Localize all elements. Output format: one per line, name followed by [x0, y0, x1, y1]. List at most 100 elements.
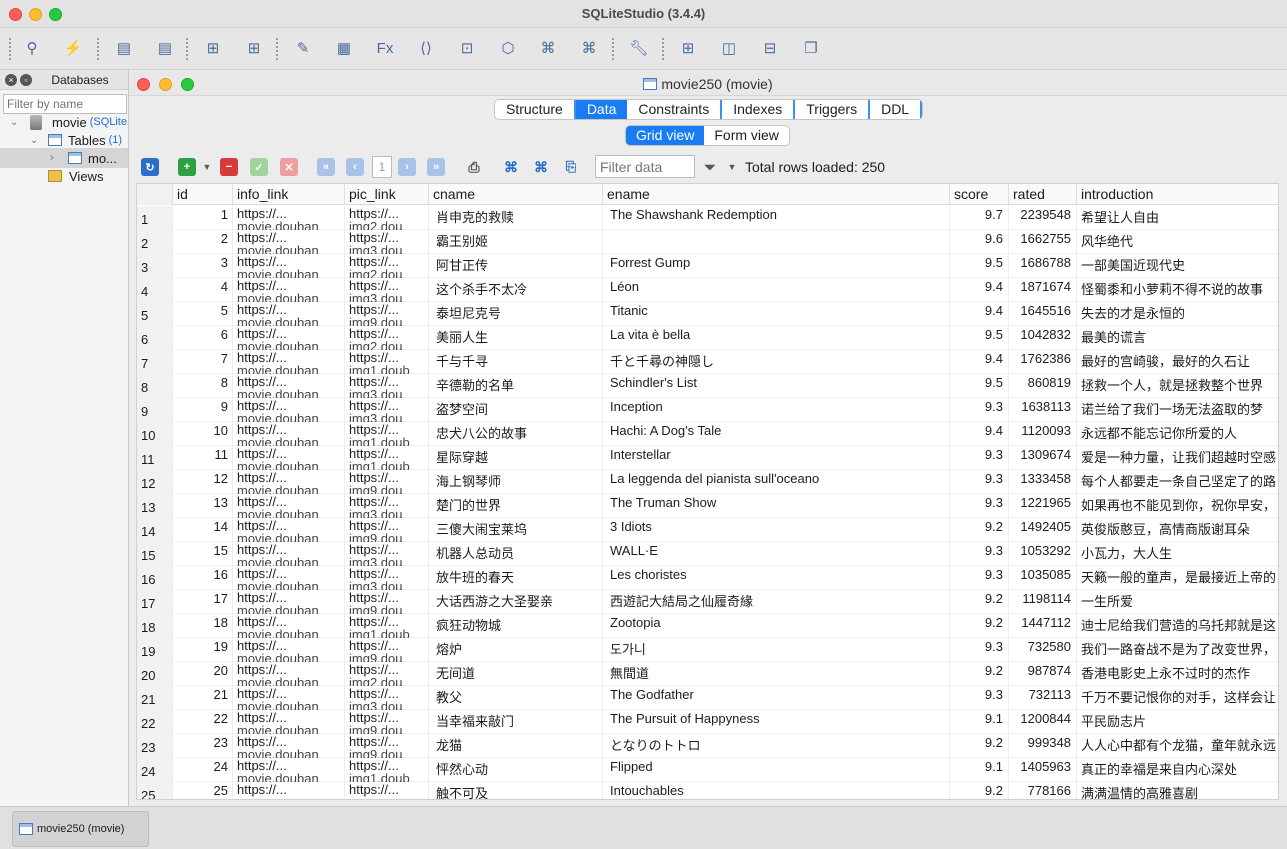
column-header-rated[interactable]: rated — [1009, 184, 1077, 205]
cell-introduction[interactable]: 迪士尼给我们营造的乌托邦就是这 — [1077, 614, 1278, 638]
cell-rated[interactable]: 1200844 — [1009, 710, 1077, 734]
table-row[interactable]: 12 12 https://... movie.douban https://... im… — [137, 470, 1278, 494]
cell-rated[interactable]: 2239548 — [1009, 206, 1077, 230]
tab-constraints[interactable]: Constraints — [627, 100, 723, 119]
table-row[interactable]: 11 11 https://... movie.douban https://... im… — [137, 446, 1278, 470]
cell-introduction[interactable]: 怪蜀黍和小萝莉不得不说的故事 — [1077, 278, 1278, 302]
cell-id[interactable]: 5 — [173, 302, 233, 326]
tile-horizontal-icon[interactable]: ◫ — [718, 37, 740, 59]
cell-score[interactable]: 9.5 — [950, 374, 1009, 398]
cell-pic-link[interactable]: https://... img1.doub — [345, 614, 429, 638]
cell-pic-link[interactable]: https://... img9.dou — [345, 638, 429, 662]
column-header-pic-link[interactable]: pic_link — [345, 184, 429, 205]
row-number[interactable]: 23 — [137, 734, 173, 758]
column-header-id[interactable]: id — [173, 184, 233, 205]
cell-pic-link[interactable]: https://... img3.dou — [345, 278, 429, 302]
cell-cname[interactable]: 阿甘正传 — [429, 254, 603, 278]
row-number[interactable]: 21 — [137, 686, 173, 710]
cell-score[interactable]: 9.3 — [950, 638, 1009, 662]
cell-info-link[interactable]: https://... movie.douban — [233, 566, 345, 590]
wrench-icon[interactable]: 🔧︎ — [628, 37, 650, 59]
cell-rated[interactable]: 1492405 — [1009, 518, 1077, 542]
table-row[interactable]: 19 19 https://... movie.douban https://... im… — [137, 638, 1278, 662]
cell-introduction[interactable]: 一生所爱 — [1077, 590, 1278, 614]
row-number[interactable]: 25 — [137, 782, 173, 799]
cell-info-link[interactable]: https://... movie.douban — [233, 542, 345, 566]
cell-rated[interactable]: 999348 — [1009, 734, 1077, 758]
taskbar-item-movie250[interactable]: movie250 (movie) — [12, 811, 149, 847]
row-number[interactable]: 20 — [137, 662, 173, 686]
cell-info-link[interactable]: https://... movie.douban — [233, 326, 345, 350]
cell-info-link[interactable]: https://... movie.douban — [233, 446, 345, 470]
tree-views[interactable]: Views — [48, 167, 103, 185]
cell-introduction[interactable]: 诺兰给了我们一场无法盗取的梦 — [1077, 398, 1278, 422]
table-row[interactable]: 14 14 https://... movie.douban https://... im… — [137, 518, 1278, 542]
row-number[interactable]: 11 — [137, 446, 173, 470]
cell-ename[interactable]: La leggenda del pianista sull'oceano — [603, 470, 950, 494]
cell-introduction[interactable]: 天籁一般的童声，是最接近上帝的 — [1077, 566, 1278, 590]
cell-ename[interactable]: Flipped — [603, 758, 950, 782]
column-header-info-link[interactable]: info_link — [233, 184, 345, 205]
cell-introduction[interactable]: 每个人都要走一条自己坚定了的路 — [1077, 470, 1278, 494]
export-data-icon[interactable]: ⎘ — [562, 158, 580, 176]
cell-cname[interactable]: 无间道 — [429, 662, 603, 686]
tree-db-movie[interactable]: ⌄ movie (SQLite — [10, 113, 127, 131]
row-number[interactable]: 14 — [137, 518, 173, 542]
cell-score[interactable]: 9.4 — [950, 422, 1009, 446]
cell-pic-link[interactable]: https://... img3.dou — [345, 686, 429, 710]
table-row[interactable]: 18 18 https://... movie.douban https://... im… — [137, 614, 1278, 638]
cell-ename[interactable] — [603, 230, 950, 254]
form-view-tab[interactable]: Form view — [704, 126, 789, 145]
row-number[interactable]: 15 — [137, 542, 173, 566]
cell-id[interactable]: 10 — [173, 422, 233, 446]
cell-pic-link[interactable]: https://... img9.dou — [345, 590, 429, 614]
cell-id[interactable]: 4 — [173, 278, 233, 302]
cell-ename[interactable]: Léon — [603, 278, 950, 302]
cell-id[interactable]: 21 — [173, 686, 233, 710]
cell-score[interactable]: 9.4 — [950, 278, 1009, 302]
cell-ename[interactable]: Forrest Gump — [603, 254, 950, 278]
column-header-ename[interactable]: ename — [603, 184, 950, 205]
cell-rated[interactable]: 778166 — [1009, 782, 1077, 799]
tree-tables[interactable]: ⌄ Tables (1) — [30, 131, 122, 149]
cell-pic-link[interactable]: https://... img2.dou — [345, 254, 429, 278]
cell-introduction[interactable]: 最好的宫崎骏，最好的久石让 — [1077, 350, 1278, 374]
tab-indexes[interactable]: Indexes — [722, 100, 796, 119]
cell-info-link[interactable]: https://... movie.douban — [233, 734, 345, 758]
cell-score[interactable]: 9.1 — [950, 758, 1009, 782]
cell-cname[interactable]: 泰坦尼克号 — [429, 302, 603, 326]
cell-rated[interactable]: 1221965 — [1009, 494, 1077, 518]
cell-ename[interactable]: 3 Idiots — [603, 518, 950, 542]
filter-icon[interactable]: ⏷ — [701, 158, 719, 176]
cell-info-link[interactable]: https://... movie.douban — [233, 470, 345, 494]
cell-ename[interactable]: Les choristes — [603, 566, 950, 590]
row-number[interactable]: 19 — [137, 638, 173, 662]
cell-ename[interactable]: The Truman Show — [603, 494, 950, 518]
prev-page-icon[interactable]: ‹ — [346, 158, 364, 176]
cell-introduction[interactable]: 爱是一种力量，让我们超越时空感 — [1077, 446, 1278, 470]
cell-id[interactable]: 14 — [173, 518, 233, 542]
page-number-input[interactable]: 1 — [372, 156, 392, 178]
cell-info-link[interactable]: https://... movie.douban — [233, 758, 345, 782]
delete-row-icon[interactable]: − — [220, 158, 238, 176]
cell-score[interactable]: 9.3 — [950, 446, 1009, 470]
cell-ename[interactable]: Schindler's List — [603, 374, 950, 398]
cell-score[interactable]: 9.7 — [950, 206, 1009, 230]
cell-score[interactable]: 9.2 — [950, 734, 1009, 758]
cell-score[interactable]: 9.2 — [950, 518, 1009, 542]
cell-rated[interactable]: 732580 — [1009, 638, 1077, 662]
cell-score[interactable]: 9.3 — [950, 686, 1009, 710]
cell-info-link[interactable]: https://... movie.douban — [233, 662, 345, 686]
cell-cname[interactable]: 盗梦空间 — [429, 398, 603, 422]
cell-id[interactable]: 24 — [173, 758, 233, 782]
cell-score[interactable]: 9.3 — [950, 398, 1009, 422]
cell-rated[interactable]: 1645516 — [1009, 302, 1077, 326]
row-number[interactable]: 24 — [137, 758, 173, 782]
cell-cname[interactable]: 触不可及 — [429, 782, 603, 799]
cell-introduction[interactable]: 小瓦力，大人生 — [1077, 542, 1278, 566]
cell-pic-link[interactable]: https://... — [345, 782, 429, 799]
cell-ename[interactable]: 도가니 — [603, 638, 950, 662]
cell-ename[interactable]: Zootopia — [603, 614, 950, 638]
row-number[interactable]: 7 — [137, 350, 173, 374]
cell-ename[interactable]: Intouchables — [603, 782, 950, 799]
